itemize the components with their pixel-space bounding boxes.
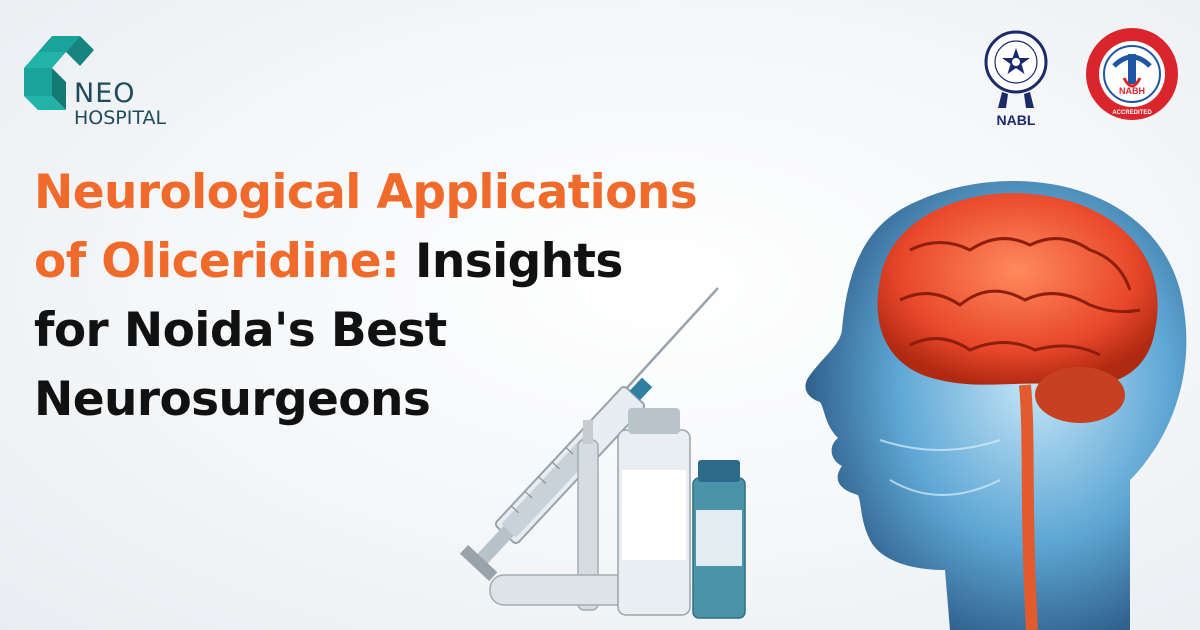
nabh-seal-icon: NABH ACCREDITED [1086,28,1178,120]
nabl-badge: NABL [980,22,1052,132]
banner: NEO HOSPITAL Neurological Applications o… [0,0,1200,630]
logo-name-text: NEO [74,78,136,109]
title-line-2-accent: of Oliceridine: [34,234,400,289]
nabh-center-text: NABH [1119,86,1145,96]
syringe-icon [459,287,746,619]
head-brain-icon [805,181,1187,630]
title-line-1: Neurological Applications [34,158,824,227]
syringe-vials-illustration [420,280,770,630]
nabl-label: NABL [996,112,1036,128]
nabh-bottom-text: ACCREDITED [1112,110,1152,116]
nabl-seal-icon [984,30,1048,108]
neo-hospital-logo[interactable]: NEO HOSPITAL [22,28,192,138]
title-line-1-accent: Neurological Applications [34,165,698,220]
logo-subtitle-text: HOSPITAL [74,107,167,129]
nabh-badge: NABH ACCREDITED [1084,26,1180,122]
brain-illustration [770,140,1200,630]
